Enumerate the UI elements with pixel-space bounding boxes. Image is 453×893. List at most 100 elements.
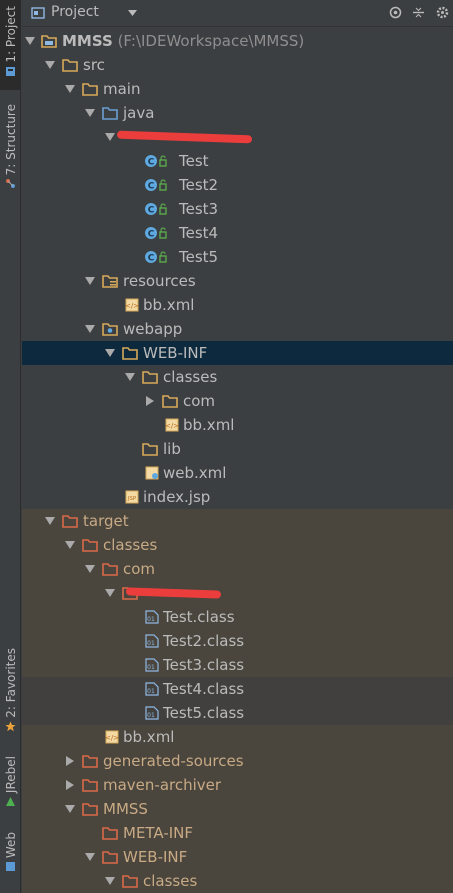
tree-row-maven-archiver[interactable]: maven-archiver	[22, 773, 453, 797]
java-class-icon	[144, 178, 168, 192]
folder-icon	[122, 346, 138, 360]
folder-icon	[142, 370, 158, 384]
tree-row-target-com[interactable]: com	[22, 557, 453, 581]
tab-structure[interactable]: 7: Structure	[0, 104, 21, 200]
expand-arrow-icon[interactable]	[105, 349, 115, 357]
expand-arrow-icon[interactable]	[85, 565, 95, 573]
expand-arrow-icon[interactable]	[85, 109, 95, 117]
tree-label: Test5.class	[163, 704, 245, 722]
collapse-all-icon[interactable]	[412, 6, 425, 19]
excluded-folder-icon	[82, 802, 98, 816]
expand-arrow-icon[interactable]	[85, 853, 95, 861]
tree-row-generated-sources[interactable]: generated-sources	[22, 749, 453, 773]
tree-label: Test2	[179, 176, 219, 194]
tab-jrebel[interactable]: JRebel	[0, 756, 21, 816]
tree-row-src[interactable]: src	[22, 53, 453, 77]
collapse-arrow-icon[interactable]	[146, 396, 154, 406]
tree-label: Test4	[179, 224, 219, 242]
tree-row-webxml[interactable]: web.xml	[22, 461, 453, 485]
tree-label: classes	[103, 536, 158, 554]
expand-arrow-icon[interactable]	[45, 61, 55, 69]
tree-row-test5[interactable]: Test5	[22, 245, 453, 269]
java-class-icon	[144, 250, 168, 264]
tree-label: Test3.class	[163, 656, 245, 674]
tree-label: MMSS	[103, 800, 148, 818]
web-icon	[6, 862, 15, 872]
expand-arrow-icon[interactable]	[85, 277, 95, 285]
tree-row-main[interactable]: main	[22, 77, 453, 101]
tree-row-resources[interactable]: resources	[22, 269, 453, 293]
expand-arrow-icon[interactable]	[25, 37, 35, 45]
tree-row-webinf[interactable]: WEB-INF	[22, 341, 453, 365]
tree-label: main	[103, 80, 141, 98]
settings-icon[interactable]	[436, 6, 449, 19]
tree-row-package-redacted[interactable]	[22, 125, 453, 149]
tree-row-target-bbxml[interactable]: bb.xml	[22, 725, 453, 749]
tab-project[interactable]: 1: Project	[0, 0, 21, 90]
locate-icon[interactable]	[389, 6, 402, 19]
tree-row-target-package-redacted[interactable]	[22, 581, 453, 605]
folder-icon	[162, 394, 178, 408]
expand-arrow-icon[interactable]	[65, 541, 75, 549]
expand-arrow-icon[interactable]	[105, 133, 115, 141]
expand-arrow-icon[interactable]	[45, 517, 55, 525]
class-file-icon	[144, 610, 160, 624]
excluded-folder-icon	[102, 826, 118, 840]
tree-row-test[interactable]: Test	[22, 149, 453, 173]
java-class-icon	[144, 154, 168, 168]
tab-structure-label: 7: Structure	[3, 104, 18, 176]
tree-row-java[interactable]: java	[22, 101, 453, 125]
tree-label: Test.class	[163, 608, 235, 626]
tree-row-test3[interactable]: Test3	[22, 197, 453, 221]
excluded-folder-icon	[82, 778, 98, 792]
resources-folder-icon	[102, 274, 118, 288]
tree-row-webapp[interactable]: webapp	[22, 317, 453, 341]
tree-row-metainf[interactable]: META-INF	[22, 821, 453, 845]
tree-row-target-webinf[interactable]: WEB-INF	[22, 845, 453, 869]
tree-row-res-bbxml[interactable]: bb.xml	[22, 293, 453, 317]
tree-label: bb.xml	[123, 728, 175, 746]
tree-row-test2-class[interactable]: Test2.class	[22, 629, 453, 653]
view-selector[interactable]: Project	[51, 4, 99, 20]
class-file-icon	[144, 658, 160, 672]
tab-favorites[interactable]: 2: Favorites	[0, 648, 21, 740]
tree-row-target-classes[interactable]: classes	[22, 533, 453, 557]
tree-row-com[interactable]: com	[22, 389, 453, 413]
folder-icon	[142, 442, 158, 456]
excluded-folder-icon	[122, 874, 138, 888]
tree-row-test4[interactable]: Test4	[22, 221, 453, 245]
expand-arrow-icon[interactable]	[65, 85, 75, 93]
tree-row-lib[interactable]: lib	[22, 437, 453, 461]
chevron-down-icon[interactable]	[128, 10, 137, 16]
jsp-file-icon	[124, 490, 140, 504]
tree-row-root[interactable]: MMSS (F:\IDEWorkspace\MMSS)	[22, 29, 453, 53]
tree-row-classes[interactable]: classes	[22, 365, 453, 389]
excluded-folder-icon	[82, 754, 98, 768]
tree-row-test4-class[interactable]: Test4.class	[22, 677, 453, 701]
tree-row-test3-class[interactable]: Test3.class	[22, 653, 453, 677]
tree-row-indexjsp[interactable]: index.jsp	[22, 485, 453, 509]
collapse-arrow-icon[interactable]	[66, 780, 74, 790]
tree-row-classes-bbxml[interactable]: bb.xml	[22, 413, 453, 437]
java-class-icon	[144, 226, 168, 240]
tree-label: generated-sources	[103, 752, 244, 770]
tree-label: com	[123, 560, 156, 578]
tab-web[interactable]: Web	[0, 832, 21, 882]
collapse-arrow-icon[interactable]	[66, 756, 74, 766]
tree-row-mmss[interactable]: MMSS	[22, 797, 453, 821]
star-icon	[5, 721, 16, 732]
tree-row-target[interactable]: target	[22, 509, 453, 533]
java-class-icon	[144, 202, 168, 216]
expand-arrow-icon[interactable]	[65, 805, 75, 813]
tree-row-test2[interactable]: Test2	[22, 173, 453, 197]
tree-row-test5-class[interactable]: Test5.class	[22, 701, 453, 725]
tree-row-target-webinf-classes[interactable]: classes	[22, 869, 453, 893]
expand-arrow-icon[interactable]	[105, 589, 115, 597]
expand-arrow-icon[interactable]	[105, 877, 115, 885]
tab-favorites-label: 2: Favorites	[3, 648, 18, 718]
expand-arrow-icon[interactable]	[125, 373, 135, 381]
tree-row-test-class[interactable]: Test.class	[22, 605, 453, 629]
expand-arrow-icon[interactable]	[85, 325, 95, 333]
tree-label: Test5	[179, 248, 219, 266]
tree-label: bb.xml	[183, 416, 235, 434]
